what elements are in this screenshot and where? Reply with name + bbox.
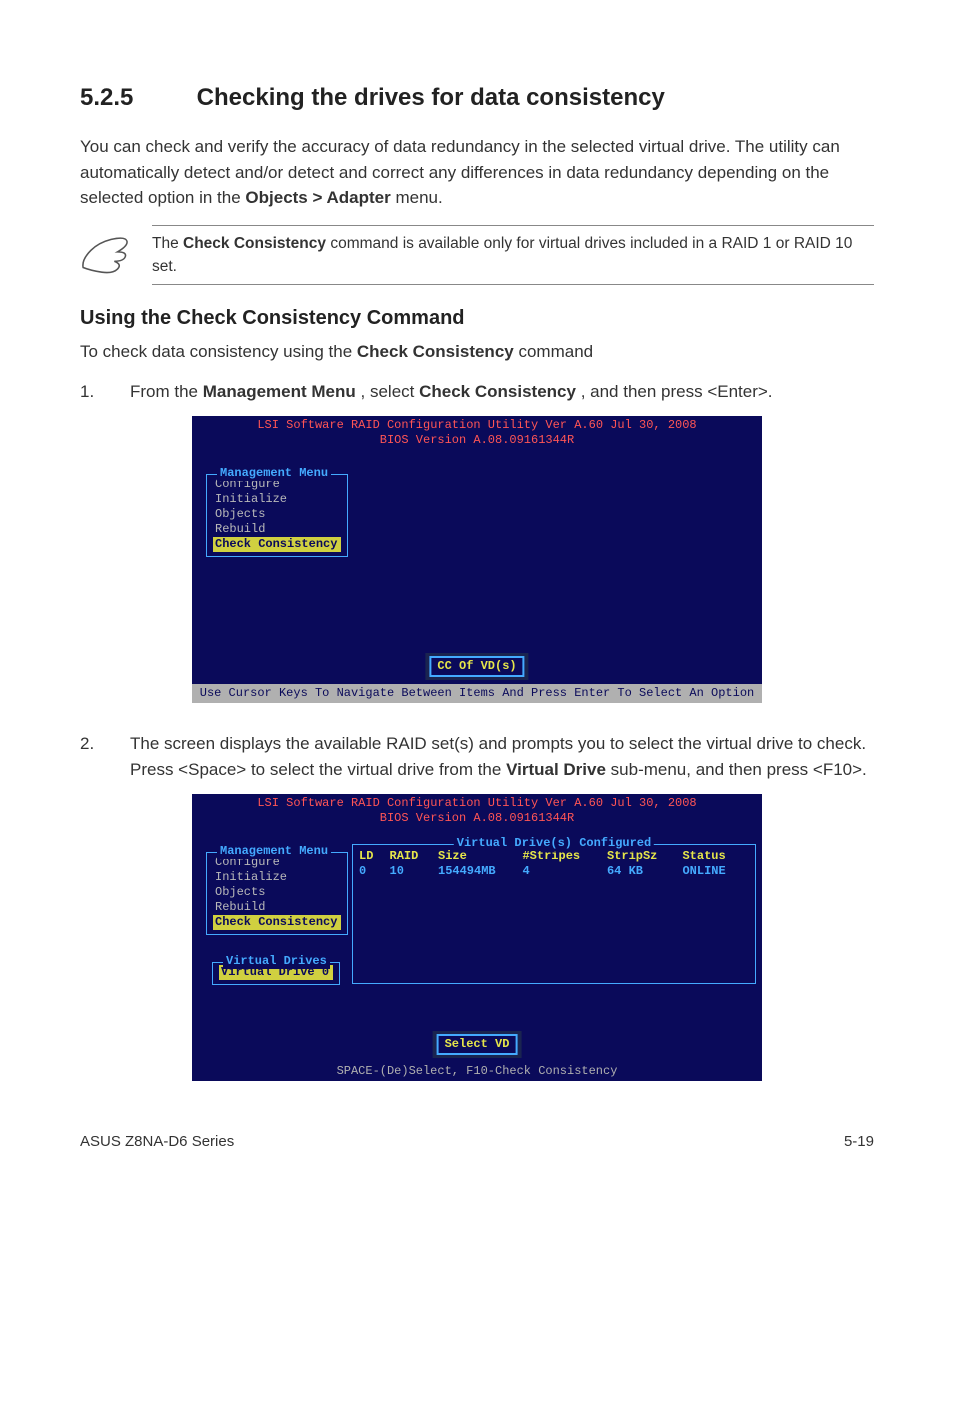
step-number: 1. <box>80 379 102 405</box>
table-row: 0 10 154494MB 4 64 KB ONLINE <box>359 864 749 879</box>
cell-ld: 0 <box>359 864 390 879</box>
intro-paragraph: You can check and verify the accuracy of… <box>80 134 874 211</box>
cell-stripes: 4 <box>522 864 606 879</box>
section-heading: 5.2.5 Checking the drives for data consi… <box>80 80 874 116</box>
select-vd-box: Select VD <box>437 1034 518 1055</box>
hand-pointer-icon <box>80 233 130 277</box>
bios-screenshot-1: LSI Software RAID Configuration Utility … <box>192 416 762 703</box>
col-status: Status <box>682 849 749 864</box>
note-text: The Check Consistency command is availab… <box>152 225 874 286</box>
col-raid: RAID <box>390 849 439 864</box>
management-menu-panel: Management Menu Configure Initialize Obj… <box>206 852 348 935</box>
step-text: From the Management Menu , select Check … <box>130 379 874 405</box>
cell-size: 154494MB <box>438 864 522 879</box>
panel-title: Management Menu <box>217 844 331 859</box>
page-footer: ASUS Z8NA-D6 Series 5-19 <box>80 1131 874 1154</box>
virtual-drives-panel: Virtual Drives Virtual Drive 0 <box>212 962 340 985</box>
table-header-row: LD RAID Size #Stripes StripSz Status <box>359 849 749 864</box>
bios-footer: Use Cursor Keys To Navigate Between Item… <box>192 684 762 703</box>
col-ld: LD <box>359 849 390 864</box>
bios-header: LSI Software RAID Configuration Utility … <box>192 416 762 454</box>
col-stripsz: StripSz <box>607 849 683 864</box>
menu-item-objects: Objects <box>213 507 341 522</box>
menu-item-check-consistency: Check Consistency <box>213 915 341 930</box>
bios-footer: SPACE-(De)Select, F10-Check Consistency <box>192 1062 762 1081</box>
menu-item-rebuild: Rebuild <box>213 900 341 915</box>
panel-title: Virtual Drive(s) Configured <box>454 836 654 851</box>
menu-item-initialize: Initialize <box>213 870 341 885</box>
menu-item-check-consistency: Check Consistency <box>213 537 341 552</box>
footer-page-number: 5-19 <box>844 1131 874 1154</box>
menu-item-rebuild: Rebuild <box>213 522 341 537</box>
col-stripes: #Stripes <box>522 849 606 864</box>
section-title: Checking the drives for data consistency <box>197 84 665 111</box>
menu-item-initialize: Initialize <box>213 492 341 507</box>
panel-title: Virtual Drives <box>223 954 330 969</box>
cell-raid: 10 <box>390 864 439 879</box>
management-menu-panel: Management Menu Configure Initialize Obj… <box>206 474 348 557</box>
footer-product: ASUS Z8NA-D6 Series <box>80 1131 234 1154</box>
cell-status: ONLINE <box>682 864 749 879</box>
cell-stripsz: 64 KB <box>607 864 683 879</box>
subheading: Using the Check Consistency Command <box>80 303 874 333</box>
menu-item-objects: Objects <box>213 885 341 900</box>
bios-screenshot-2: LSI Software RAID Configuration Utility … <box>192 794 762 1081</box>
step-2: 2. The screen displays the available RAI… <box>80 731 874 782</box>
select-vd-box-wrap: Select VD <box>433 1031 522 1058</box>
col-size: Size <box>438 849 522 864</box>
step-number: 2. <box>80 731 102 782</box>
panel-title: Management Menu <box>217 466 331 481</box>
vd-table: LD RAID Size #Stripes StripSz Status 0 1… <box>359 849 749 879</box>
cc-of-vd-box-wrap: CC Of VD(s) <box>425 653 528 680</box>
substep-intro: To check data consistency using the Chec… <box>80 339 874 365</box>
note: The Check Consistency command is availab… <box>80 225 874 286</box>
bios-header: LSI Software RAID Configuration Utility … <box>192 794 762 832</box>
virtual-drives-configured-panel: Virtual Drive(s) Configured LD RAID Size… <box>352 844 756 984</box>
step-text: The screen displays the available RAID s… <box>130 731 874 782</box>
step-1: 1. From the Management Menu , select Che… <box>80 379 874 405</box>
section-number: 5.2.5 <box>80 80 190 116</box>
cc-of-vd-box: CC Of VD(s) <box>429 656 524 677</box>
